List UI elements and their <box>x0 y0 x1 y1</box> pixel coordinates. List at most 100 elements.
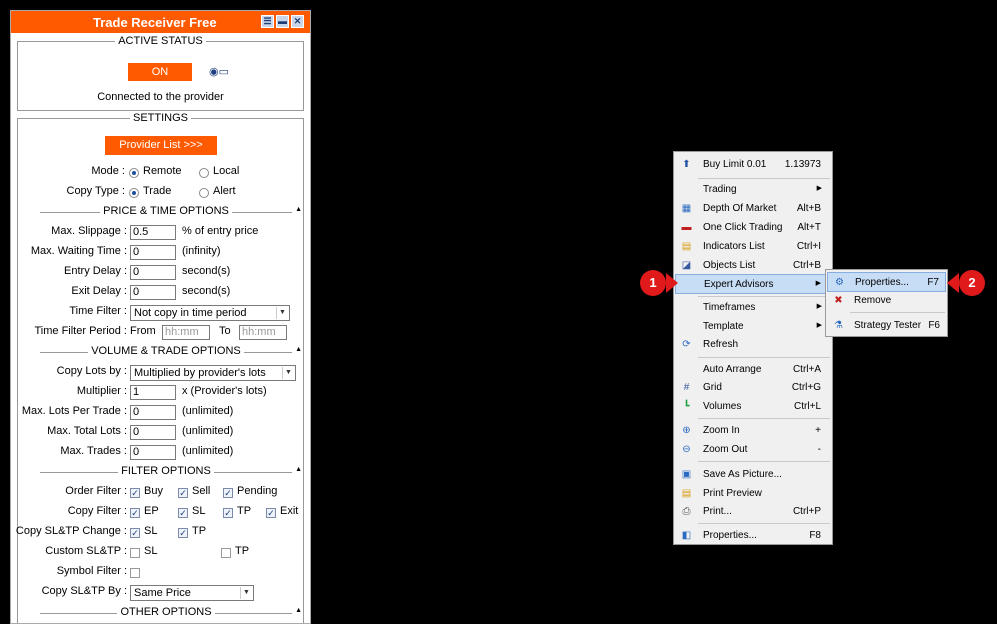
menu-item-shortcut: F8 <box>809 530 821 541</box>
copy-type-alert-radio[interactable] <box>199 188 209 198</box>
entry-delay-label: Entry Delay : <box>64 265 127 277</box>
submenu-item-shortcut: F6 <box>928 320 940 331</box>
symbol-filter-row: Symbol Filter : <box>18 565 303 581</box>
custom-sltp-sl-label: SL <box>144 545 158 557</box>
close-icon[interactable]: ✕ <box>291 15 304 28</box>
time-filter-select[interactable]: Not copy in time period ▼ <box>130 305 290 321</box>
menu-item-one-click-trading[interactable]: ▬ One Click Trading Alt+T <box>675 218 831 237</box>
collapse-caret-icon[interactable]: ▲ <box>295 607 302 614</box>
max-trades-label: Max. Trades : <box>60 445 127 457</box>
copy-filter-sl-checkbox[interactable]: ✓ <box>178 508 188 518</box>
refresh-icon: ⟳ <box>682 339 691 350</box>
signal-monitor-icon: ◉▭ <box>209 66 229 78</box>
submenu-item-remove[interactable]: ✖ Remove <box>827 291 946 310</box>
menu-item-trading[interactable]: Trading ▶ <box>675 180 831 199</box>
order-filter-sell-checkbox[interactable]: ✓ <box>178 488 188 498</box>
menu-item-label: Objects List <box>703 260 756 271</box>
collapse-caret-icon[interactable]: ▲ <box>295 346 302 353</box>
copy-filter-label: Copy Filter : <box>67 505 127 517</box>
time-filter-period-label: Time Filter Period : <box>34 325 127 337</box>
properties-icon: ◧ <box>681 530 692 541</box>
copy-lots-label: Copy Lots by : <box>56 365 127 377</box>
sltp-change-sl-checkbox[interactable]: ✓ <box>130 528 140 538</box>
submenu-item-label: Strategy Tester <box>854 320 922 331</box>
exit-delay-label: Exit Delay : <box>71 285 127 297</box>
entry-delay-input[interactable]: 0 <box>130 265 176 280</box>
mode-local-radio[interactable] <box>199 168 209 178</box>
max-total-lots-unit: (unlimited) <box>182 425 234 437</box>
menu-item-buy-limit[interactable]: ⬆ Buy Limit 0.01 1.13973 <box>675 155 831 174</box>
max-lots-input[interactable]: 0 <box>130 405 176 420</box>
order-filter-pending-checkbox[interactable]: ✓ <box>223 488 233 498</box>
menu-item-grid[interactable]: # Grid Ctrl+G <box>675 378 831 397</box>
minimize-icon[interactable]: ▬ <box>276 15 289 28</box>
time-filter-row: Time Filter : Not copy in time period ▼ <box>18 305 303 321</box>
price-time-header[interactable]: PRICE & TIME OPTIONS ▲ <box>40 205 302 219</box>
time-filter-value: Not copy in time period <box>134 307 247 319</box>
settings-group: SETTINGS Provider List >>> Mode : Remote… <box>16 112 304 623</box>
submenu-item-shortcut: F7 <box>927 277 939 288</box>
multiplier-row: Multiplier : 1 x (Provider's lots) <box>18 385 303 401</box>
menu-item-properties[interactable]: ◧ Properties... F8 <box>675 526 831 545</box>
menu-item-print-preview[interactable]: ▤ Print Preview <box>675 484 831 503</box>
max-waiting-input[interactable]: 0 <box>130 245 176 260</box>
exit-delay-input[interactable]: 0 <box>130 285 176 300</box>
order-filter-buy-checkbox[interactable]: ✓ <box>130 488 140 498</box>
max-trades-input[interactable]: 0 <box>130 445 176 460</box>
custom-sltp-row: Custom SL&TP : SL TP <box>18 545 303 561</box>
volume-trade-header[interactable]: VOLUME & TRADE OPTIONS ▲ <box>40 345 302 359</box>
menu-item-objects-list[interactable]: ◪ Objects List Ctrl+B <box>675 256 831 275</box>
screen: Trade Receiver Free ☰ ▬ ✕ ACTIVE STATUS … <box>0 0 997 624</box>
max-trades-unit: (unlimited) <box>182 445 234 457</box>
submenu-item-properties[interactable]: ⚙ Properties... F7 <box>827 272 946 292</box>
order-filter-row: Order Filter : ✓ Buy ✓ Sell ✓ Pending <box>18 485 303 501</box>
other-options-header[interactable]: OTHER OPTIONS ▲ <box>40 606 302 620</box>
from-time-input[interactable]: hh:mm <box>162 325 210 340</box>
menu-item-zoom-out[interactable]: ⊖ Zoom Out - <box>675 440 831 459</box>
submenu-arrow-icon: ▶ <box>816 303 822 310</box>
menu-item-template[interactable]: Template ▶ <box>675 317 831 336</box>
filter-header[interactable]: FILTER OPTIONS ▲ <box>40 465 302 479</box>
order-filter-sell-label: Sell <box>192 485 211 497</box>
custom-sltp-sl-checkbox[interactable] <box>130 548 140 558</box>
multiplier-input[interactable]: 1 <box>130 385 176 400</box>
mode-remote-radio[interactable] <box>129 168 139 178</box>
menu-item-label: Print Preview <box>703 488 762 499</box>
sltp-change-tp-label: TP <box>192 525 207 537</box>
sltp-change-tp-checkbox[interactable]: ✓ <box>178 528 188 538</box>
copy-sltp-by-label: Copy SL&TP By : <box>41 585 127 597</box>
copy-type-trade-radio[interactable] <box>129 188 139 198</box>
collapse-caret-icon[interactable]: ▲ <box>295 206 302 213</box>
copy-filter-ep-checkbox[interactable]: ✓ <box>130 508 140 518</box>
submenu-item-strategy-tester[interactable]: ⚗ Strategy Tester F6 <box>827 316 946 335</box>
max-total-lots-input[interactable]: 0 <box>130 425 176 440</box>
to-time-input[interactable]: hh:mm <box>239 325 287 340</box>
max-slippage-input[interactable]: 0.5 <box>130 225 176 240</box>
menu-item-timeframes[interactable]: Timeframes ▶ <box>675 298 831 317</box>
on-button[interactable]: ON <box>128 63 192 81</box>
symbol-filter-checkbox[interactable] <box>130 568 140 578</box>
print-preview-icon: ▤ <box>681 488 692 499</box>
menu-item-refresh[interactable]: ⟳ Refresh <box>675 335 831 354</box>
submenu-arrow-icon: ▶ <box>816 322 822 329</box>
copy-filter-exit-checkbox[interactable]: ✓ <box>266 508 276 518</box>
menu-item-print[interactable]: ⎙ Print... Ctrl+P <box>675 502 831 521</box>
copy-sltp-by-select[interactable]: Same Price ▼ <box>130 585 254 601</box>
copy-lots-select[interactable]: Multiplied by provider's lots ▼ <box>130 365 296 381</box>
menu-item-volumes[interactable]: ┗ Volumes Ctrl+L <box>675 397 831 416</box>
copy-filter-tp-checkbox[interactable]: ✓ <box>223 508 233 518</box>
collapse-caret-icon[interactable]: ▲ <box>295 466 302 473</box>
menu-item-indicators-list[interactable]: ▤ Indicators List Ctrl+I <box>675 237 831 256</box>
submenu-arrow-icon: ▶ <box>816 185 822 192</box>
menu-item-label: Refresh <box>703 339 739 350</box>
menu-item-save-as-picture[interactable]: ▣ Save As Picture... <box>675 465 831 484</box>
order-filter-label: Order Filter : <box>65 485 127 497</box>
menu-item-shortcut: - <box>817 444 821 455</box>
provider-list-button[interactable]: Provider List >>> <box>105 136 217 155</box>
menu-item-zoom-in[interactable]: ⊕ Zoom In + <box>675 421 831 440</box>
menu-item-expert-advisors[interactable]: Expert Advisors ▶ <box>675 274 831 294</box>
custom-sltp-tp-checkbox[interactable] <box>221 548 231 558</box>
menu-item-auto-arrange[interactable]: Auto Arrange Ctrl+A <box>675 360 831 379</box>
menu-item-depth-of-market[interactable]: ▦ Depth Of Market Alt+B <box>675 199 831 218</box>
menu-icon[interactable]: ☰ <box>261 15 274 28</box>
